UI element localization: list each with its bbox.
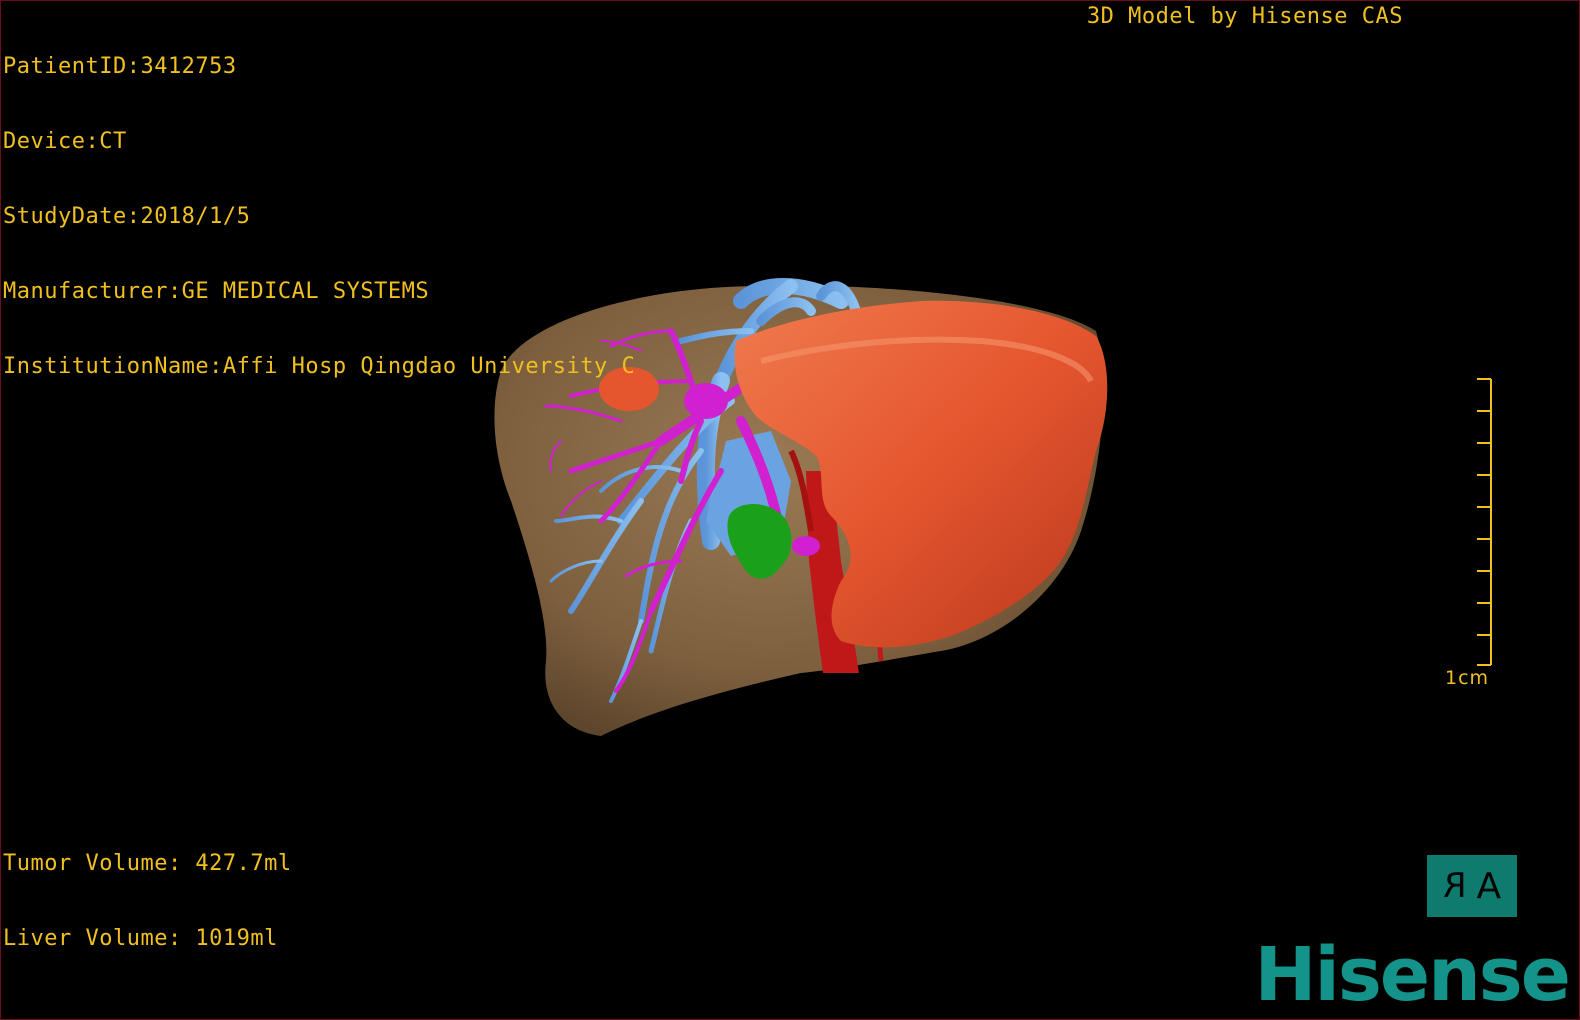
study-date-label: StudyDate:2018/1/5	[3, 204, 251, 229]
orientation-left-marker: R	[1442, 866, 1467, 906]
orientation-right-marker: A	[1476, 865, 1502, 907]
3d-viewport[interactable]: PatientID:3412753 Device:CT StudyDate:20…	[0, 0, 1580, 1020]
manufacturer-label: Manufacturer:GE MEDICAL SYSTEMS	[3, 279, 430, 304]
model-credit-label: 3D Model by Hisense CAS	[1086, 4, 1403, 29]
liver-volume-label: Liver Volume: 1019ml	[3, 926, 278, 951]
hepatic-vessel-confluence	[684, 383, 728, 419]
scale-bar-label: 1cm	[1445, 667, 1490, 689]
patient-id-label: PatientID:3412753	[3, 54, 237, 79]
scale-bar	[1477, 378, 1492, 666]
institution-label: InstitutionName:Affi Hosp Qingdao Univer…	[3, 354, 636, 379]
tumor-volume-label: Tumor Volume: 427.7ml	[3, 851, 292, 876]
orientation-cube-button[interactable]: R A	[1427, 855, 1517, 917]
volume-info-block: Tumor Volume: 427.7ml Liver Volume: 1019…	[3, 801, 292, 1001]
device-label: Device:CT	[3, 129, 127, 154]
gallbladder-duct	[792, 536, 820, 556]
dicom-info-block: PatientID:3412753 Device:CT StudyDate:20…	[3, 4, 635, 429]
hisense-logo: Hisense	[1254, 932, 1571, 1018]
